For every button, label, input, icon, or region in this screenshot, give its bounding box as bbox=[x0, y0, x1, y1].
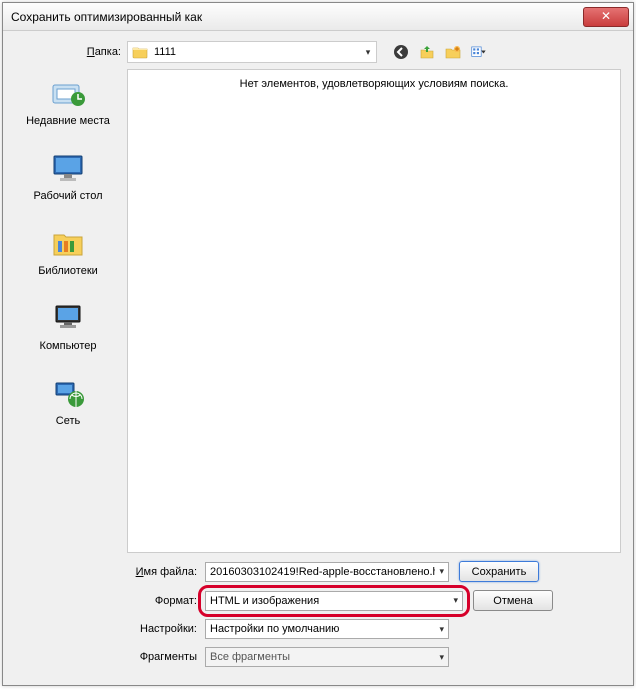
folder-name: 1111 bbox=[152, 46, 360, 58]
chevron-down-icon: ▾ bbox=[435, 624, 444, 635]
place-label: Компьютер bbox=[15, 340, 121, 353]
nav-toolbar bbox=[391, 42, 489, 62]
back-icon[interactable] bbox=[391, 42, 411, 62]
settings-row: Настройки: Настройки по умолчанию ▾ bbox=[15, 619, 621, 639]
up-icon[interactable] bbox=[417, 42, 437, 62]
filename-value: 20160303102419!Red-apple-восстановлено.h… bbox=[210, 566, 435, 578]
bottom-panel: Имя файла: 20160303102419!Red-apple-восс… bbox=[15, 561, 621, 675]
fragments-combo[interactable]: Все фрагменты ▾ bbox=[205, 647, 449, 667]
libraries-icon bbox=[48, 225, 88, 261]
folder-label: Папка: bbox=[15, 46, 127, 58]
place-computer[interactable]: Компьютер bbox=[15, 300, 121, 353]
settings-label: Настройки: bbox=[15, 623, 205, 635]
format-combo[interactable]: HTML и изображения ▾ bbox=[205, 591, 463, 611]
place-label: Библиотеки bbox=[15, 265, 121, 278]
client-area: Папка: 1111 ▾ bbox=[3, 31, 633, 685]
save-dialog: Сохранить оптимизированный как ✕ Папка: … bbox=[2, 2, 634, 686]
desktop-icon bbox=[48, 150, 88, 186]
fragments-label: Фрагменты bbox=[15, 651, 205, 663]
filename-combo[interactable]: 20160303102419!Red-apple-восстановлено.h… bbox=[205, 562, 449, 582]
folder-icon bbox=[131, 43, 149, 61]
close-button[interactable]: ✕ bbox=[583, 7, 629, 27]
empty-message: Нет элементов, удовлетворяющих условиям … bbox=[128, 70, 620, 90]
place-recent[interactable]: Недавние места bbox=[15, 75, 121, 128]
computer-icon bbox=[48, 300, 88, 336]
fragments-value: Все фрагменты bbox=[210, 651, 435, 663]
place-label: Недавние места bbox=[15, 115, 121, 128]
network-icon bbox=[48, 375, 88, 411]
settings-combo[interactable]: Настройки по умолчанию ▾ bbox=[205, 619, 449, 639]
place-label: Сеть bbox=[15, 415, 121, 428]
format-label: Формат: bbox=[15, 595, 205, 607]
cancel-button[interactable]: Отмена bbox=[473, 590, 553, 611]
place-desktop[interactable]: Рабочий стол bbox=[15, 150, 121, 203]
place-label: Рабочий стол bbox=[15, 190, 121, 203]
titlebar: Сохранить оптимизированный как ✕ bbox=[3, 3, 633, 31]
format-value: HTML и изображения bbox=[210, 595, 449, 607]
fragments-row: Фрагменты Все фрагменты ▾ bbox=[15, 647, 621, 667]
place-libraries[interactable]: Библиотеки bbox=[15, 225, 121, 278]
window-title: Сохранить оптимизированный как bbox=[11, 10, 583, 24]
folder-row: Папка: 1111 ▾ bbox=[15, 41, 621, 63]
view-menu-icon[interactable] bbox=[469, 42, 489, 62]
save-button[interactable]: Сохранить bbox=[459, 561, 539, 582]
file-list[interactable]: Нет элементов, удовлетворяющих условиям … bbox=[127, 69, 621, 553]
chevron-down-icon: ▾ bbox=[449, 595, 458, 606]
format-row: Формат: HTML и изображения ▾ Отмена bbox=[15, 590, 621, 611]
mid-row: Недавние места Рабочий стол Библиотеки bbox=[15, 69, 621, 553]
chevron-down-icon: ▾ bbox=[435, 566, 444, 577]
place-network[interactable]: Сеть bbox=[15, 375, 121, 428]
settings-value: Настройки по умолчанию bbox=[210, 623, 435, 635]
folder-combo[interactable]: 1111 ▾ bbox=[127, 41, 377, 63]
format-highlight: HTML и изображения ▾ bbox=[205, 591, 463, 611]
recent-places-icon bbox=[48, 75, 88, 111]
chevron-down-icon: ▾ bbox=[435, 652, 444, 663]
chevron-down-icon: ▾ bbox=[360, 47, 376, 58]
places-bar: Недавние места Рабочий стол Библиотеки bbox=[15, 69, 121, 553]
filename-label: Имя файла: bbox=[15, 566, 205, 578]
filename-row: Имя файла: 20160303102419!Red-apple-восс… bbox=[15, 561, 621, 582]
new-folder-icon[interactable] bbox=[443, 42, 463, 62]
